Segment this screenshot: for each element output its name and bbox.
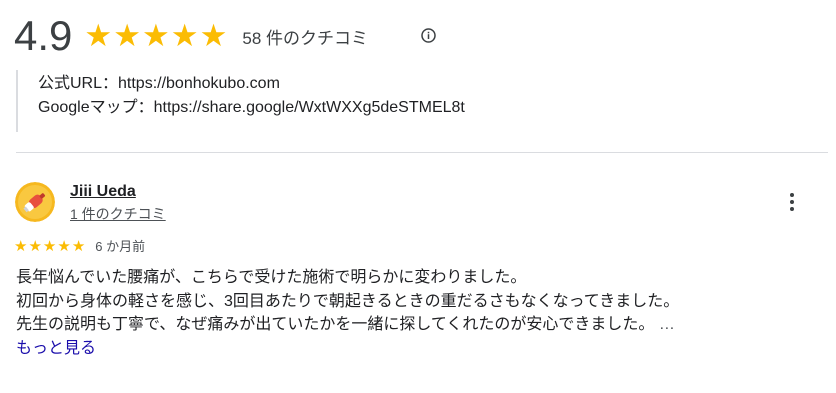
reviewer-name[interactable]: Jiii Ueda — [70, 183, 136, 201]
star-icon: ★ — [57, 236, 71, 255]
more-vert-icon[interactable] — [780, 190, 804, 214]
star-icon: ★ — [71, 236, 86, 255]
avatar[interactable] — [15, 182, 55, 222]
review-body: 長年悩んでいた腰痛が、こちらで受けた施術で明らかに変わりました。 初回から身体の… — [16, 266, 816, 360]
star-icon: ★ — [14, 236, 28, 255]
star-icon: ★ — [28, 236, 42, 255]
ellipsis: … — [654, 316, 675, 333]
star-icon: ★ — [199, 17, 228, 54]
star-icon: ★ — [113, 17, 141, 54]
previous-review-excerpt: 公式URL：https://bonhokubo.com Googleマップ：ht… — [16, 70, 718, 132]
review-text-line: 長年悩んでいた腰痛が、こちらで受けた施術で明らかに変わりました。 — [16, 269, 527, 286]
review-meta: ★ ★ ★ ★ ★ 6 か月前 — [14, 236, 145, 255]
previous-review-line: 公式URL：https://bonhokubo.com — [38, 75, 280, 92]
rating-summary: 4.9 ★ ★ ★ ★ ★ 58 件のクチコミ — [14, 8, 368, 64]
star-icon: ★ — [170, 17, 199, 54]
review-text-line: 先生の説明も丁寧で、なぜ痛みが出ていたかを一緒に探してくれたのが安心できました。… — [16, 316, 675, 333]
reviewer-review-count[interactable]: 1 件のクチコミ — [70, 204, 166, 224]
review-count[interactable]: 58 件のクチコミ — [242, 24, 368, 49]
star-icon: ★ — [141, 17, 170, 54]
read-more-link[interactable]: もっと見る — [16, 337, 816, 361]
info-icon[interactable] — [421, 28, 436, 43]
star-icon: ★ — [42, 236, 57, 255]
star-icon: ★ — [84, 17, 113, 54]
divider — [16, 152, 828, 153]
review-text-line: 初回から身体の軽さを感じ、3回目あたりで朝起きるときの重だるさもなくなってきまし… — [16, 292, 680, 310]
previous-review-line: Googleマップ：https://share.google/WxtWXXg5d… — [38, 99, 465, 116]
average-rating: 4.9 — [14, 12, 73, 59]
summary-stars: ★ ★ ★ ★ ★ — [84, 17, 228, 54]
review-date: 6 か月前 — [95, 239, 146, 254]
review-stars: ★ ★ ★ ★ ★ — [14, 237, 86, 255]
